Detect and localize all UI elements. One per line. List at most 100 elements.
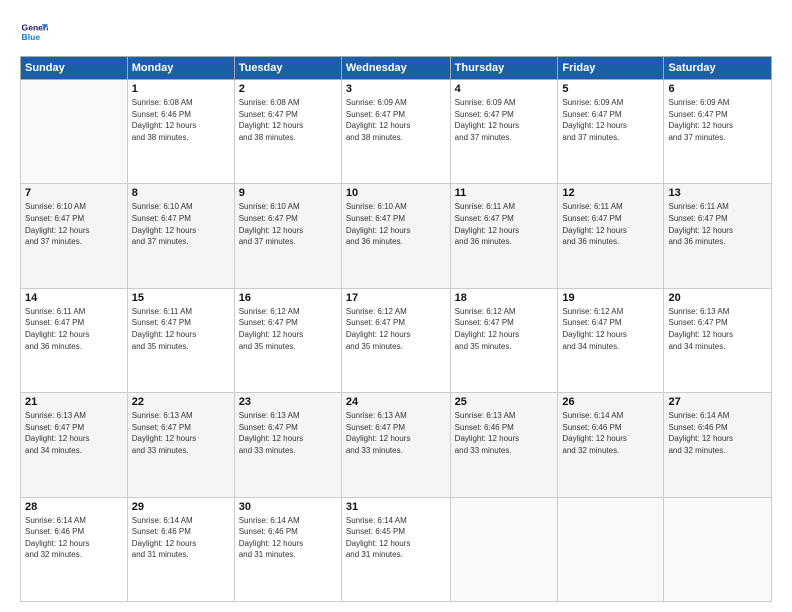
calendar-cell: 21 Sunrise: 6:13 AM Sunset: 6:47 PM Dayli… [21, 393, 128, 497]
calendar-cell: 17Sunrise: 6:12 AM Sunset: 6:47 PM Dayli… [341, 288, 450, 392]
day-detail: Sunrise: 6:10 AM Sunset: 6:47 PM Dayligh… [239, 201, 337, 247]
day-number: 18 [455, 292, 554, 304]
calendar-cell: 28 Sunrise: 6:14 AM Sunset: 6:46 PM Dayli… [21, 497, 128, 601]
day-number: 13 [668, 187, 767, 199]
calendar-cell: 24 Sunrise: 6:13 AM Sunset: 6:47 PM Dayli… [341, 393, 450, 497]
logo-icon: General Blue [20, 18, 48, 46]
day-number: 4 [455, 83, 554, 95]
calendar-cell: 25 Sunrise: 6:13 AM Sunset: 6:46 PM Dayli… [450, 393, 558, 497]
day-number: 16 [239, 292, 337, 304]
calendar-cell: 16 Sunrise: 6:12 AM Sunset: 6:47 PM Dayli… [234, 288, 341, 392]
day-number: 22 [132, 396, 230, 408]
day-detail: Sunrise: 6:13 AM Sunset: 6:47 PM Dayligh… [668, 306, 767, 352]
day-detail: Sunrise: 6:13 AM Sunset: 6:47 PM Dayligh… [25, 410, 123, 456]
day-detail: Sunrise: 6:14 AM Sunset: 6:46 PM Dayligh… [239, 515, 337, 561]
day-detail: Sunrise: 6:10 AM Sunset: 6:47 PM Dayligh… [25, 201, 123, 247]
day-detail: Sunrise: 6:09 AM Sunset: 6:47 PM Dayligh… [562, 97, 659, 143]
day-detail: Sunrise: 6:10 AM Sunset: 6:47 PM Dayligh… [132, 201, 230, 247]
day-header-saturday: Saturday [664, 57, 772, 80]
day-number: 8 [132, 187, 230, 199]
day-number: 11 [455, 187, 554, 199]
day-header-monday: Monday [127, 57, 234, 80]
calendar-cell: 8 Sunrise: 6:10 AM Sunset: 6:47 PM Daylig… [127, 184, 234, 288]
day-number: 20 [668, 292, 767, 304]
calendar-cell: 4 Sunrise: 6:09 AM Sunset: 6:47 PM Daylig… [450, 80, 558, 184]
calendar-cell: 20 Sunrise: 6:13 AM Sunset: 6:47 PM Dayli… [664, 288, 772, 392]
day-header-wednesday: Wednesday [341, 57, 450, 80]
day-number: 14 [25, 292, 123, 304]
svg-text:Blue: Blue [22, 32, 41, 42]
day-number: 10 [346, 187, 446, 199]
day-number: 24 [346, 396, 446, 408]
day-detail: Sunrise: 6:11 AM Sunset: 6:47 PM Dayligh… [25, 306, 123, 352]
day-number: 19 [562, 292, 659, 304]
day-detail: Sunrise: 6:12 AM Sunset: 6:47 PM Dayligh… [239, 306, 337, 352]
calendar-table: SundayMondayTuesdayWednesdayThursdayFrid… [20, 56, 772, 602]
calendar-cell: 27 Sunrise: 6:14 AM Sunset: 6:46 PM Dayli… [664, 393, 772, 497]
calendar-cell: 14 Sunrise: 6:11 AM Sunset: 6:47 PM Dayli… [21, 288, 128, 392]
day-detail: Sunrise: 6:08 AM Sunset: 6:47 PM Dayligh… [239, 97, 337, 143]
day-number: 6 [668, 83, 767, 95]
day-number: 15 [132, 292, 230, 304]
calendar-cell: 1 Sunrise: 6:08 AM Sunset: 6:46 PM Daylig… [127, 80, 234, 184]
calendar-cell: 3 Sunrise: 6:09 AM Sunset: 6:47 PM Daylig… [341, 80, 450, 184]
calendar-cell [558, 497, 664, 601]
calendar-cell: 5 Sunrise: 6:09 AM Sunset: 6:47 PM Daylig… [558, 80, 664, 184]
day-number: 30 [239, 501, 337, 513]
day-detail: Sunrise: 6:11 AM Sunset: 6:47 PM Dayligh… [668, 201, 767, 247]
day-number: 28 [25, 501, 123, 513]
day-detail: Sunrise: 6:11 AM Sunset: 6:47 PM Dayligh… [132, 306, 230, 352]
day-detail: Sunrise: 6:14 AM Sunset: 6:46 PM Dayligh… [25, 515, 123, 561]
week-row-1: 1 Sunrise: 6:08 AM Sunset: 6:46 PM Daylig… [21, 80, 772, 184]
week-row-5: 28 Sunrise: 6:14 AM Sunset: 6:46 PM Dayli… [21, 497, 772, 601]
calendar-cell: 11 Sunrise: 6:11 AM Sunset: 6:47 PM Dayli… [450, 184, 558, 288]
day-detail: Sunrise: 6:12 AM Sunset: 6:47 PM Dayligh… [455, 306, 554, 352]
week-row-4: 21 Sunrise: 6:13 AM Sunset: 6:47 PM Dayli… [21, 393, 772, 497]
day-number: 23 [239, 396, 337, 408]
day-detail: Sunrise: 6:09 AM Sunset: 6:47 PM Dayligh… [346, 97, 446, 143]
calendar-cell: 18 Sunrise: 6:12 AM Sunset: 6:47 PM Dayli… [450, 288, 558, 392]
day-detail: Sunrise: 6:13 AM Sunset: 6:47 PM Dayligh… [346, 410, 446, 456]
day-detail: Sunrise: 6:13 AM Sunset: 6:46 PM Dayligh… [455, 410, 554, 456]
calendar-page: General Blue SundayMondayTuesdayWednesda… [0, 0, 792, 612]
calendar-cell: 22Sunrise: 6:13 AM Sunset: 6:47 PM Dayli… [127, 393, 234, 497]
day-detail: Sunrise: 6:09 AM Sunset: 6:47 PM Dayligh… [668, 97, 767, 143]
day-number: 17 [346, 292, 446, 304]
calendar-cell: 31Sunrise: 6:14 AM Sunset: 6:45 PM Dayli… [341, 497, 450, 601]
day-number: 9 [239, 187, 337, 199]
day-detail: Sunrise: 6:11 AM Sunset: 6:47 PM Dayligh… [455, 201, 554, 247]
day-detail: Sunrise: 6:10 AM Sunset: 6:47 PM Dayligh… [346, 201, 446, 247]
day-detail: Sunrise: 6:08 AM Sunset: 6:46 PM Dayligh… [132, 97, 230, 143]
day-header-friday: Friday [558, 57, 664, 80]
calendar-cell: 29Sunrise: 6:14 AM Sunset: 6:46 PM Dayli… [127, 497, 234, 601]
day-detail: Sunrise: 6:14 AM Sunset: 6:46 PM Dayligh… [562, 410, 659, 456]
day-number: 2 [239, 83, 337, 95]
calendar-cell: 30 Sunrise: 6:14 AM Sunset: 6:46 PM Dayli… [234, 497, 341, 601]
day-number: 21 [25, 396, 123, 408]
day-detail: Sunrise: 6:09 AM Sunset: 6:47 PM Dayligh… [455, 97, 554, 143]
calendar-cell: 15 Sunrise: 6:11 AM Sunset: 6:47 PM Dayli… [127, 288, 234, 392]
day-number: 1 [132, 83, 230, 95]
day-number: 7 [25, 187, 123, 199]
calendar-cell [450, 497, 558, 601]
calendar-cell [21, 80, 128, 184]
day-number: 3 [346, 83, 446, 95]
calendar-cell: 19Sunrise: 6:12 AM Sunset: 6:47 PM Dayli… [558, 288, 664, 392]
day-number: 27 [668, 396, 767, 408]
calendar-cell: 13 Sunrise: 6:11 AM Sunset: 6:47 PM Dayli… [664, 184, 772, 288]
day-header-thursday: Thursday [450, 57, 558, 80]
day-number: 25 [455, 396, 554, 408]
day-detail: Sunrise: 6:14 AM Sunset: 6:46 PM Dayligh… [668, 410, 767, 456]
logo: General Blue [20, 18, 52, 46]
day-header-sunday: Sunday [21, 57, 128, 80]
week-row-3: 14 Sunrise: 6:11 AM Sunset: 6:47 PM Dayli… [21, 288, 772, 392]
day-number: 5 [562, 83, 659, 95]
calendar-cell: 6 Sunrise: 6:09 AM Sunset: 6:47 PM Daylig… [664, 80, 772, 184]
day-detail: Sunrise: 6:11 AM Sunset: 6:47 PM Dayligh… [562, 201, 659, 247]
day-number: 29 [132, 501, 230, 513]
calendar-cell: 10 Sunrise: 6:10 AM Sunset: 6:47 PM Dayli… [341, 184, 450, 288]
calendar-cell: 9 Sunrise: 6:10 AM Sunset: 6:47 PM Daylig… [234, 184, 341, 288]
day-header-tuesday: Tuesday [234, 57, 341, 80]
calendar-cell: 26Sunrise: 6:14 AM Sunset: 6:46 PM Dayli… [558, 393, 664, 497]
day-number: 31 [346, 501, 446, 513]
